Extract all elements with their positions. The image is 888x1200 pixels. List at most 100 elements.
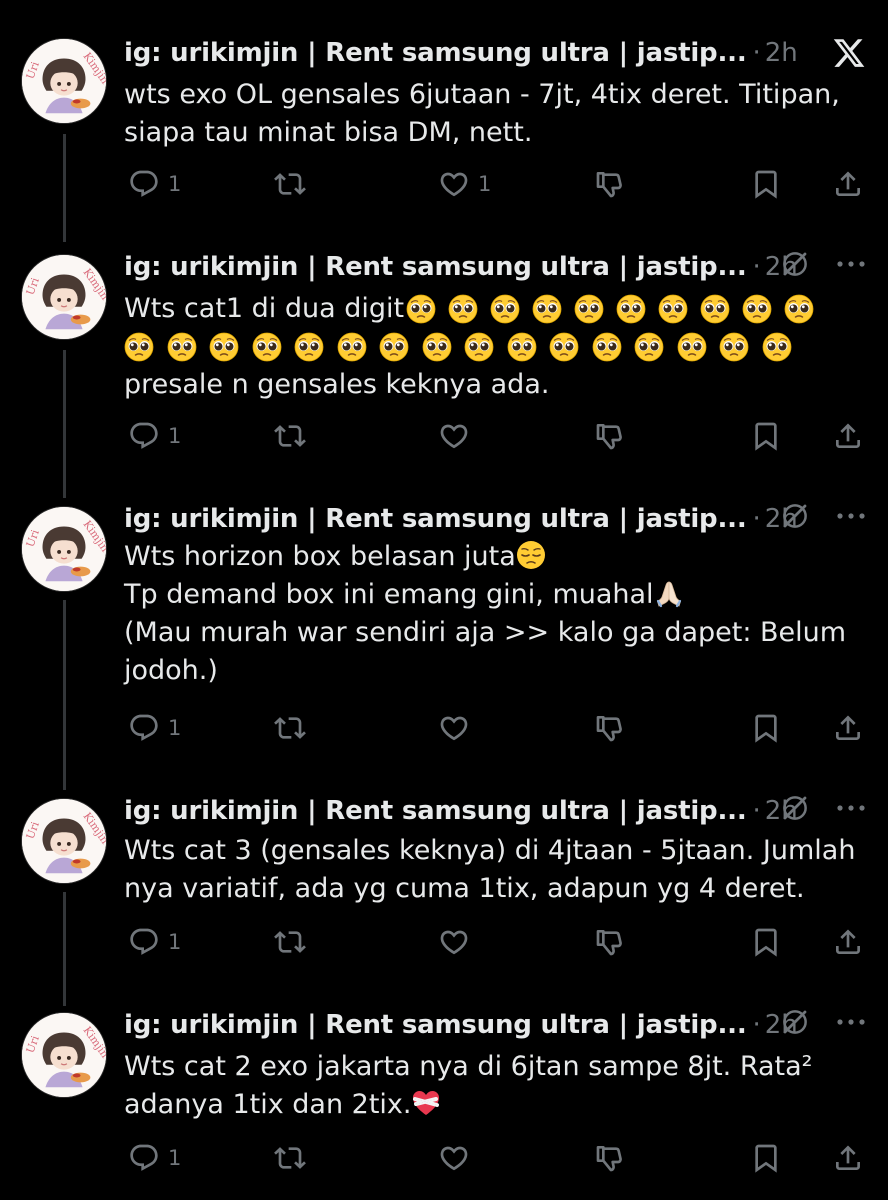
- reply-button[interactable]: 1: [128, 416, 181, 456]
- author-name[interactable]: ig: urikimjin | Rent samsung ultra | jas…: [124, 1010, 747, 1040]
- retweet-icon: [274, 1142, 306, 1174]
- more-icon[interactable]: [836, 804, 866, 812]
- action-bar: 1: [124, 1138, 864, 1178]
- share-button[interactable]: [832, 922, 864, 962]
- reply-count: 1: [168, 172, 182, 196]
- bookmark-button[interactable]: [750, 922, 782, 962]
- avatar[interactable]: [21, 798, 107, 884]
- tweet-text-line: adanya 1tix dan 2tix.: [124, 1086, 864, 1124]
- reply-icon: [128, 1142, 160, 1174]
- retweet-button[interactable]: [274, 1138, 306, 1178]
- retweet-button[interactable]: [274, 922, 306, 962]
- reply-icon: [128, 168, 160, 200]
- tweet-text-line: Wts cat 2 exo jakarta nya di 6jtan sampe…: [124, 1051, 813, 1082]
- author-name[interactable]: ig: urikimjin | Rent samsung ultra | jas…: [124, 796, 747, 826]
- share-button[interactable]: [832, 164, 864, 204]
- grok-icon[interactable]: [780, 249, 810, 279]
- tweet[interactable]: ig: urikimjin | Rent samsung ultra | jas…: [0, 498, 888, 778]
- pleading-face-emoji: [784, 294, 814, 324]
- tweet[interactable]: ig: urikimjin | Rent samsung ultra | jas…: [0, 246, 888, 486]
- share-button[interactable]: [832, 708, 864, 748]
- pleading-face-emoji: [700, 294, 730, 324]
- more-icon[interactable]: [836, 1018, 866, 1026]
- separator-dot: ·: [752, 504, 761, 534]
- tweet-header: ig: urikimjin | Rent samsung ultra | jas…: [124, 248, 798, 286]
- like-icon: [438, 926, 470, 958]
- pleading-face-emoji: [337, 332, 367, 362]
- tweet-text: Wts cat 2 exo jakarta nya di 6jtan sampe…: [124, 1048, 864, 1124]
- reply-button[interactable]: 1: [128, 164, 181, 204]
- x-logo-icon[interactable]: [832, 36, 866, 70]
- downvote-button[interactable]: [594, 1138, 626, 1178]
- author-name[interactable]: ig: urikimjin | Rent samsung ultra | jas…: [124, 38, 747, 68]
- bookmark-button[interactable]: [750, 164, 782, 204]
- retweet-button[interactable]: [274, 416, 306, 456]
- bookmark-button[interactable]: [750, 416, 782, 456]
- grok-icon[interactable]: [780, 501, 810, 531]
- tweet-text-span: Wts cat1 di dua digit: [124, 293, 405, 324]
- downvote-button[interactable]: [594, 922, 626, 962]
- pleading-face-emoji: [422, 332, 452, 362]
- share-icon: [832, 1142, 864, 1174]
- like-button[interactable]: [438, 416, 470, 456]
- like-icon: [438, 1142, 470, 1174]
- reply-button[interactable]: 1: [128, 1138, 181, 1178]
- separator-dot: ·: [752, 796, 761, 826]
- share-icon: [832, 420, 864, 452]
- tweet[interactable]: ig: urikimjin | Rent samsung ultra | jas…: [0, 1004, 888, 1200]
- bookmark-icon: [750, 1142, 782, 1174]
- like-button[interactable]: [438, 922, 470, 962]
- emoji-row: [124, 328, 864, 366]
- tweet[interactable]: ig: urikimjin | Rent samsung ultra | jas…: [0, 790, 888, 990]
- folded-hands-emoji: [654, 578, 684, 608]
- tweet-text-span: adanya 1tix dan 2tix.: [124, 1089, 412, 1120]
- grok-icon[interactable]: [780, 793, 810, 823]
- downvote-button[interactable]: [594, 708, 626, 748]
- avatar[interactable]: [21, 1012, 107, 1098]
- author-name[interactable]: ig: urikimjin | Rent samsung ultra | jas…: [124, 504, 747, 534]
- avatar[interactable]: [21, 506, 107, 592]
- tweet-text-line: (Mau murah war sendiri aja >> kalo ga da…: [124, 617, 847, 648]
- pleading-face-emoji: [448, 294, 478, 324]
- bookmark-button[interactable]: [750, 708, 782, 748]
- avatar[interactable]: [21, 254, 107, 340]
- retweet-button[interactable]: [274, 708, 306, 748]
- reply-count: 1: [168, 1146, 182, 1170]
- avatar-image: [22, 1013, 106, 1097]
- author-name[interactable]: ig: urikimjin | Rent samsung ultra | jas…: [124, 252, 747, 282]
- like-button[interactable]: 1: [438, 164, 491, 204]
- like-count: 1: [478, 172, 492, 196]
- more-icon[interactable]: [836, 260, 866, 268]
- share-button[interactable]: [832, 1138, 864, 1178]
- like-icon: [438, 168, 470, 200]
- reply-button[interactable]: 1: [128, 708, 181, 748]
- avatar-image: [22, 255, 106, 339]
- avatar[interactable]: [21, 38, 107, 124]
- downvote-button[interactable]: [594, 164, 626, 204]
- reply-icon: [128, 420, 160, 452]
- separator-dot: ·: [752, 38, 761, 68]
- bookmark-icon: [750, 168, 782, 200]
- bookmark-button[interactable]: [750, 1138, 782, 1178]
- downvote-icon: [594, 420, 626, 452]
- retweet-icon: [274, 168, 306, 200]
- tweet-text-line: Tp demand box ini emang gini, muahal: [124, 576, 864, 614]
- like-icon: [438, 420, 470, 452]
- share-button[interactable]: [832, 416, 864, 456]
- like-button[interactable]: [438, 708, 470, 748]
- action-bar: 1 1: [124, 164, 864, 204]
- retweet-button[interactable]: [274, 164, 306, 204]
- like-button[interactable]: [438, 1138, 470, 1178]
- grok-icon[interactable]: [780, 1007, 810, 1037]
- tweet-text-line: wts exo OL gensales 6jutaan - 7jt, 4tix …: [124, 79, 840, 110]
- reply-button[interactable]: 1: [128, 922, 181, 962]
- retweet-icon: [274, 712, 306, 744]
- tweet-text: Wts cat 3 (gensales keknya) di 4jtaan - …: [124, 832, 864, 908]
- downvote-button[interactable]: [594, 416, 626, 456]
- timestamp[interactable]: 2h: [765, 38, 798, 68]
- tweet-text-line: Wts cat1 di dua digit: [124, 290, 864, 328]
- tweet-header: ig: urikimjin | Rent samsung ultra | jas…: [124, 34, 798, 72]
- pleading-face-emoji: [677, 332, 707, 362]
- tweet[interactable]: ig: urikimjin | Rent samsung ultra | jas…: [0, 30, 888, 230]
- more-icon[interactable]: [836, 512, 866, 520]
